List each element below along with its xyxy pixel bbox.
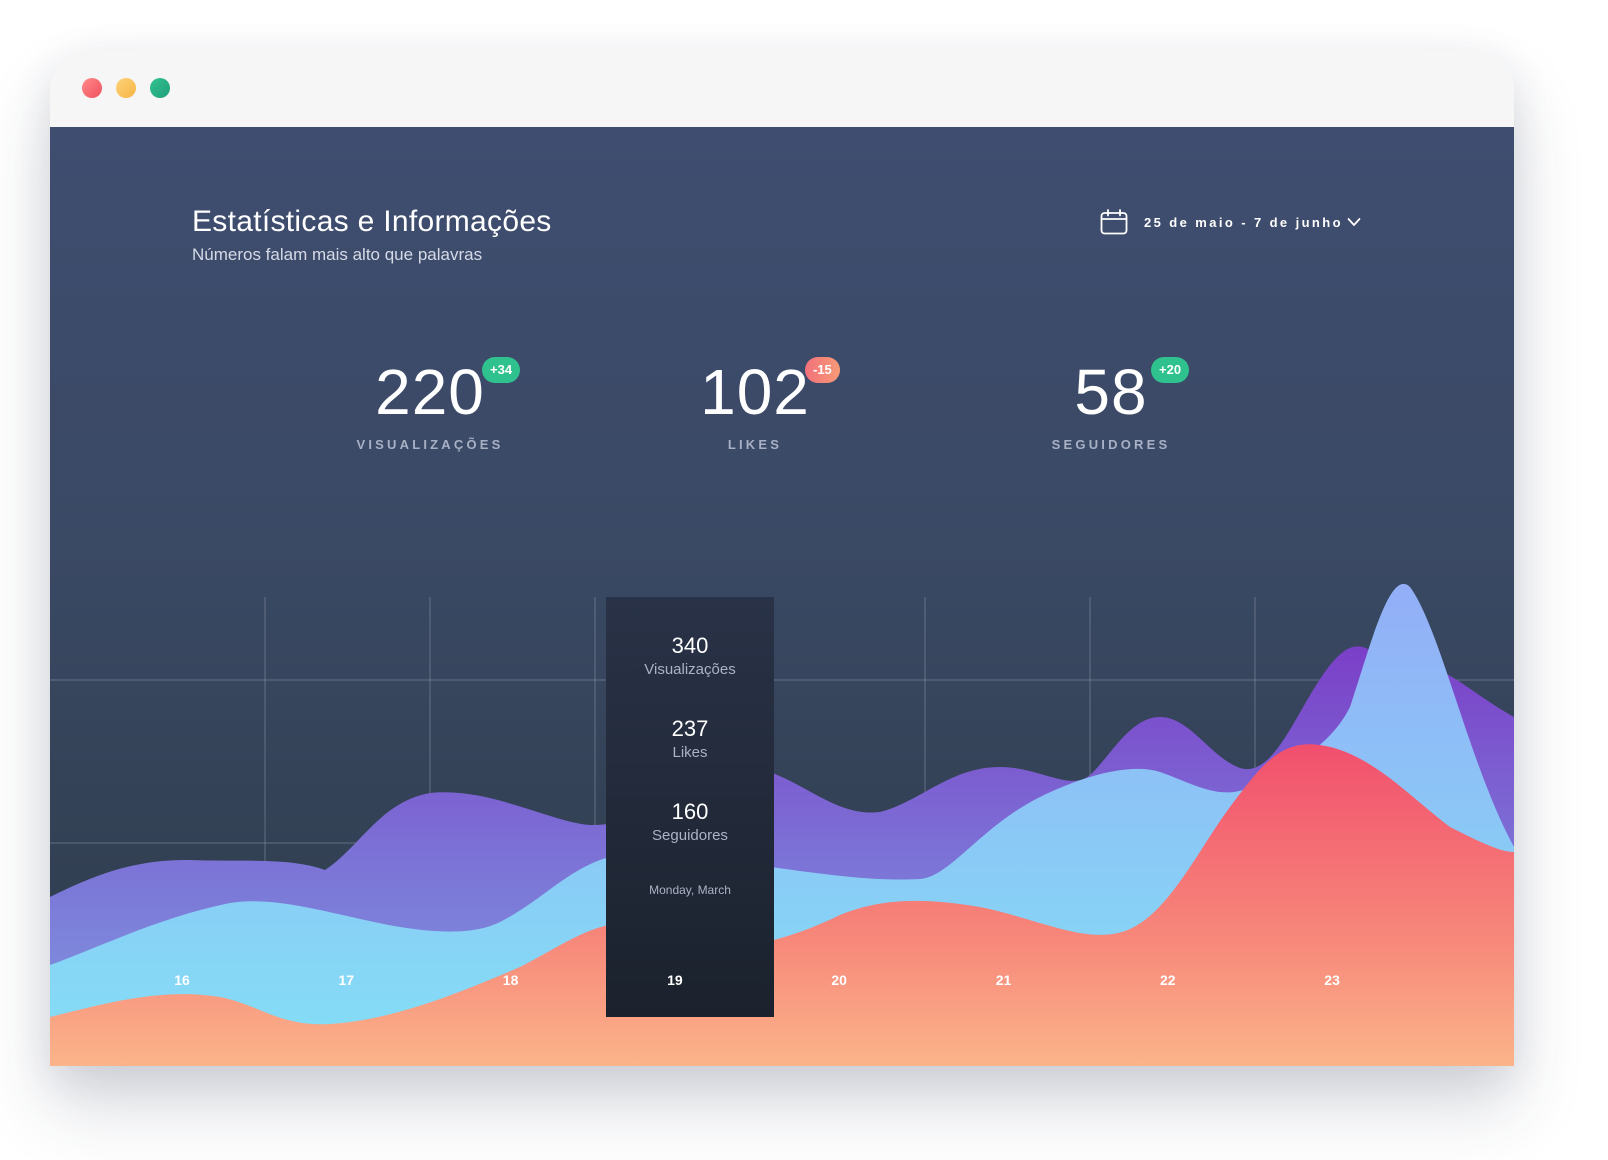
tooltip-likes-value: 237 (671, 716, 709, 741)
tooltip-followers-value: 160 (671, 799, 709, 824)
title-bar (50, 50, 1514, 127)
page-subtitle: Números falam mais alto que palavras (192, 245, 483, 264)
x-tick-label[interactable]: 21 (974, 972, 1034, 988)
tooltip-views-label: Visualizações (644, 661, 736, 678)
stat-views: 220 VISUALIZAÇÕES +34 (300, 357, 560, 452)
calendar-icon (1100, 209, 1128, 235)
x-tick-label[interactable]: 17 (316, 972, 376, 988)
x-tick-label[interactable]: 23 (1302, 972, 1362, 988)
stat-value: 220 (375, 356, 485, 428)
date-range-label: 25 de maio - 7 de junho (1144, 214, 1343, 230)
page-title: Estatísticas e Informações (192, 205, 552, 238)
stat-label: SEGUIDORES (1051, 437, 1171, 452)
change-badge: -15 (805, 357, 840, 383)
date-range-selector[interactable]: 25 de maio - 7 de junho (1100, 207, 1361, 237)
change-badge: +20 (1151, 357, 1190, 383)
dashboard: Estatísticas e Informações Números falam… (50, 127, 1514, 1066)
app-window: Estatísticas e Informações Números falam… (50, 50, 1514, 1066)
stat-followers: 58 SEGUIDORES +20 (981, 357, 1241, 452)
tooltip-likes-label: Likes (672, 744, 708, 761)
stat-likes: 102 LIKES -15 (625, 357, 885, 452)
chevron-down-icon (1347, 218, 1361, 226)
x-tick-label[interactable]: 18 (481, 972, 541, 988)
x-tick-label[interactable]: 22 (1138, 972, 1198, 988)
x-tick-label[interactable]: 19 (645, 972, 705, 988)
tooltip-views-value: 340 (671, 633, 709, 658)
maximize-window-button[interactable] (150, 78, 170, 98)
stat-label: VISUALIZAÇÕES (356, 437, 504, 452)
selected-day-tooltip: 340 Visualizações 237 Likes 160 Seguidor… (606, 597, 774, 1017)
stat-label: LIKES (727, 437, 783, 452)
x-tick-label[interactable]: 20 (809, 972, 869, 988)
change-badge: +34 (482, 357, 521, 383)
stat-value: 58 (1074, 356, 1148, 428)
tooltip-followers-label: Seguidores (652, 827, 728, 844)
tooltip-date: Monday, March (649, 883, 731, 897)
stacked-area-chart (50, 583, 1514, 1066)
close-window-button[interactable] (82, 78, 102, 98)
minimize-window-button[interactable] (116, 78, 136, 98)
stat-value: 102 (700, 356, 810, 428)
x-tick-label[interactable]: 16 (152, 972, 212, 988)
